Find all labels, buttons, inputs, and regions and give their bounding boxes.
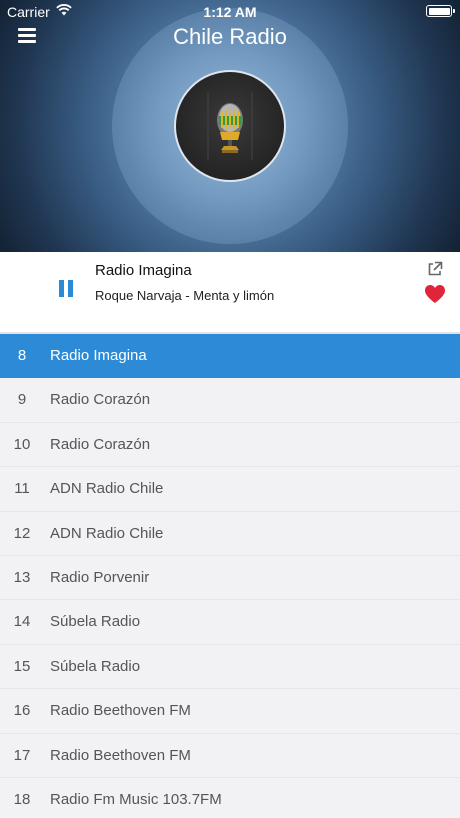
station-number: 12	[13, 524, 31, 542]
heart-icon[interactable]	[424, 284, 446, 304]
app-title: Chile Radio	[173, 24, 287, 49]
station-name: Radio Beethoven FM	[50, 702, 191, 720]
status-bar: Carrier 1:12 AM	[0, 0, 460, 24]
station-number: 9	[17, 391, 27, 409]
station-row[interactable]: 18 Radio Fm Music 103.7FM	[0, 777, 460, 818]
app-screen: Carrier 1:12 AM Chile Radio Radio Imagin…	[0, 0, 460, 818]
station-name: Súbela Radio	[50, 657, 141, 675]
station-name: Súbela Radio	[50, 613, 141, 631]
external-share-icon[interactable]	[427, 261, 443, 277]
station-number: 8	[17, 347, 27, 364]
station-name: Radio Porvenir	[50, 568, 150, 586]
station-name: ADN Radio Chile	[50, 524, 164, 542]
station-number: 14	[13, 613, 31, 631]
station-row[interactable]: 17 Radio Beethoven FM	[0, 733, 460, 778]
station-row-selected[interactable]: 8 Radio Imagina	[0, 334, 460, 379]
station-number: 10	[13, 435, 31, 453]
station-row[interactable]: 11 ADN Radio Chile	[0, 467, 460, 512]
now-playing-bar: Radio Imagina Roque Narvaja - Menta y li…	[0, 252, 460, 332]
status-time: 1:12 AM	[203, 4, 257, 20]
station-row[interactable]: 14 Súbela Radio	[0, 600, 460, 645]
station-number: 16	[13, 702, 31, 720]
station-name: Radio Imagina	[50, 347, 147, 364]
station-number: 18	[13, 790, 31, 808]
station-name: Radio Beethoven FM	[50, 746, 191, 764]
station-number: 17	[13, 746, 31, 764]
station-row[interactable]: 12 ADN Radio Chile	[0, 511, 460, 556]
station-name: Radio Fm Music 103.7FM	[50, 790, 222, 808]
battery-icon	[426, 5, 455, 17]
station-name: Radio Corazón	[50, 435, 151, 453]
station-row[interactable]: 15 Súbela Radio	[0, 644, 460, 690]
station-name: Radio Corazón	[50, 391, 151, 409]
station-row[interactable]: 9 Radio Corazón	[0, 378, 460, 423]
pause-button[interactable]	[58, 280, 76, 297]
station-artwork	[174, 70, 286, 182]
station-row[interactable]: 10 Radio Corazón	[0, 422, 460, 468]
station-row[interactable]: 16 Radio Beethoven FM	[0, 689, 460, 734]
station-list: 8 Radio Imagina 9 Radio Corazón 10 Radio…	[0, 334, 460, 818]
now-playing-station: Radio Imagina	[95, 262, 192, 279]
header: Carrier 1:12 AM Chile Radio	[0, 0, 460, 252]
now-playing-track: Roque Narvaja - Menta y limón	[95, 288, 275, 303]
station-name: ADN Radio Chile	[50, 480, 164, 498]
station-number: 15	[13, 657, 31, 675]
station-number: 13	[13, 568, 31, 586]
station-number: 11	[14, 480, 30, 498]
microphone-logo-icon	[207, 92, 253, 160]
station-row[interactable]: 13 Radio Porvenir	[0, 555, 460, 601]
